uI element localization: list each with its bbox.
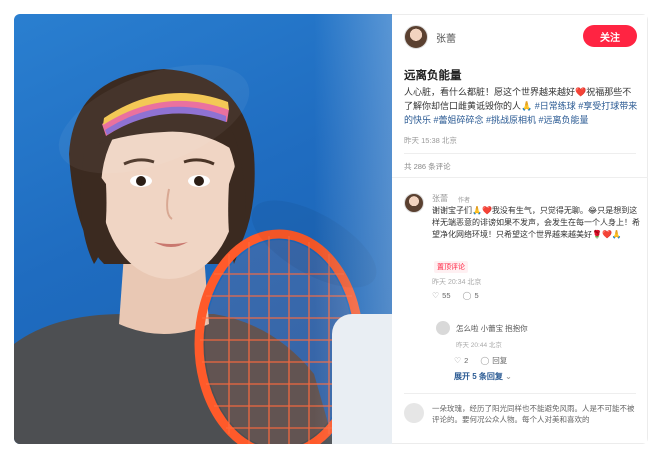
divider — [404, 393, 636, 394]
reply-time: 昨天 20:44 北京 — [456, 342, 502, 349]
post-title: 远离负能量 — [404, 70, 462, 82]
avatar[interactable] — [404, 403, 424, 423]
pinned-badge: 置顶评论 — [434, 261, 468, 273]
comment-icon: ◯ — [462, 291, 472, 300]
background-object — [332, 314, 392, 444]
divider — [392, 177, 648, 181]
avatar[interactable] — [404, 193, 424, 213]
follow-button[interactable]: 关注 — [583, 25, 637, 47]
reply-text: 怎么啦 小蕾宝 抱抱你 — [456, 324, 528, 333]
comment-time: 昨天 20:34 北京 — [432, 279, 482, 286]
post-panel: 张蕾 关注 远离负能量 人心脏，看什么都脏！愿这个世界越来越好❤️祝福那些不了解… — [392, 14, 648, 444]
post-card: 张蕾 关注 远离负能量 人心脏，看什么都脏！愿这个世界越来越好❤️祝福那些不了解… — [14, 14, 648, 444]
author-name[interactable]: 张蕾 — [436, 30, 456, 45]
post-time: 昨天 15:38 北京 — [404, 136, 457, 145]
expand-replies-button[interactable]: 展开 5 条回复 ⌄ — [454, 371, 512, 382]
comment-text: 一朵玫瑰，经历了阳光同样也不能避免风雨。人是不可能不被评论的。要何况公众人物。每… — [432, 404, 635, 424]
comment-count: 共 286 条评论 — [404, 162, 451, 171]
author-badge: 作者 — [458, 198, 471, 204]
like-button[interactable]: ♡ 55 — [432, 291, 451, 300]
reply-button[interactable]: ◯ 回复 — [480, 355, 507, 366]
post-body: 人心脏，看什么都脏！愿这个世界越来越好❤️祝福那些不了解你却信口雌黄诋毁你的人🙏… — [404, 85, 640, 127]
reply-label: 回复 — [492, 356, 508, 365]
heart-icon: ♡ — [432, 291, 440, 300]
reply-actions: ♡ 2 ◯ 回复 — [454, 355, 507, 366]
divider — [404, 153, 636, 154]
heart-icon: ♡ — [454, 356, 462, 365]
like-count: 55 — [442, 291, 451, 300]
reply-count: 5 — [474, 291, 479, 300]
avatar[interactable] — [404, 25, 428, 49]
chevron-down-icon: ⌄ — [505, 372, 512, 381]
comment-actions: ♡ 55 ◯ 5 — [432, 291, 479, 300]
like-count: 2 — [464, 356, 469, 365]
comment-icon: ◯ — [480, 356, 490, 365]
expand-label: 展开 5 条回复 — [454, 372, 503, 381]
comment-author[interactable]: 张蕾 — [432, 193, 448, 204]
like-button[interactable]: ♡ 2 — [454, 355, 468, 366]
comment-text: 谢谢宝子们🙏❤️我没有生气，只觉得无聊。😂只是想到这样无端恶意的诽谤如果不发声，… — [432, 206, 640, 239]
post-photo[interactable] — [14, 14, 392, 444]
author-row[interactable]: 张蕾 — [404, 25, 456, 49]
reply-button[interactable]: ◯ 5 — [463, 291, 479, 300]
avatar[interactable] — [436, 321, 450, 335]
